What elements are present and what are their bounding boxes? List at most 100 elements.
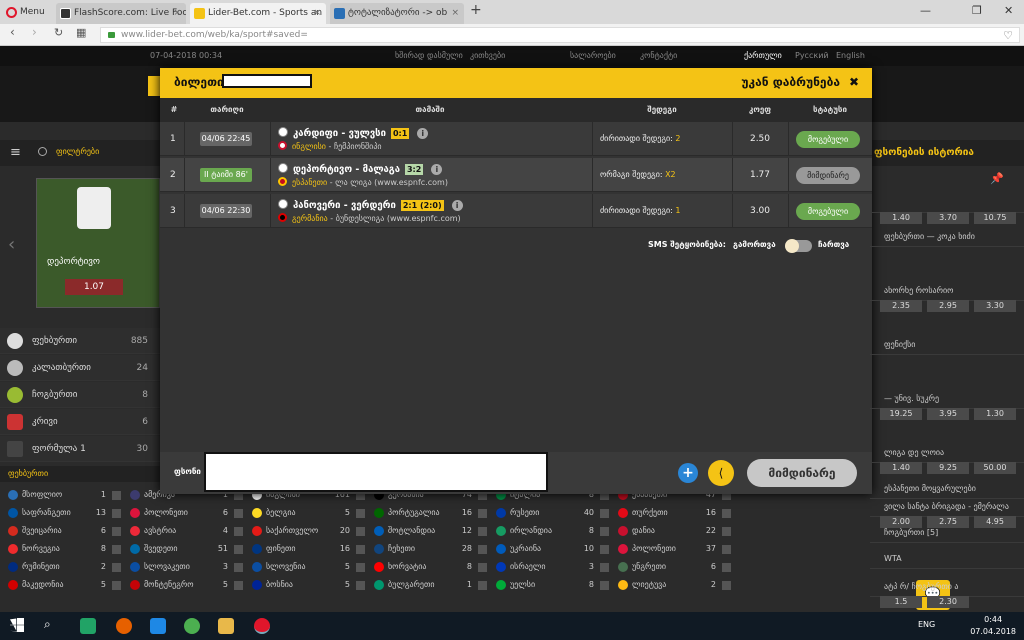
info-icon[interactable]: i	[451, 200, 463, 211]
country-item[interactable]: ავსტრია 4	[130, 522, 243, 540]
sms-toggle[interactable]	[785, 239, 812, 253]
minimize-icon[interactable]: —	[920, 4, 931, 17]
current-bets-button[interactable]: მიმდინარე	[747, 459, 857, 487]
match-line[interactable]: დეპორტივო - მალაგა 3:2 i	[278, 163, 443, 176]
search-icon[interactable]: ⌕	[44, 617, 51, 632]
top-link-faq[interactable]: ხშირად დასმული	[395, 46, 463, 66]
country-item[interactable]: ბოსნია 5	[252, 576, 365, 594]
country-checkbox[interactable]	[356, 580, 365, 590]
odds-button[interactable]: 1.40	[880, 462, 922, 474]
filter-label[interactable]: ფილტრები	[56, 147, 99, 156]
odds-button[interactable]: 3.95	[927, 408, 969, 420]
restore-icon[interactable]: ❐	[972, 4, 982, 17]
match-line[interactable]: ჰანოვერი - ვერდერი 2:1 (2:0) i	[278, 199, 463, 212]
country-item[interactable]: რუმინეთი 2	[8, 558, 121, 576]
url-input[interactable]: www.lider-bet.com/web/ka/sport#saved= ♡	[100, 27, 1020, 43]
country-checkbox[interactable]	[234, 544, 243, 554]
country-checkbox[interactable]	[722, 544, 731, 554]
country-checkbox[interactable]	[478, 508, 487, 518]
featured-match-card[interactable]: დეპორტივო 1.07	[36, 178, 160, 308]
country-item[interactable]: მაკედონია 5	[8, 576, 121, 594]
country-checkbox[interactable]	[356, 526, 365, 536]
country-checkbox[interactable]	[722, 508, 731, 518]
odds-button[interactable]: 2.30	[927, 596, 969, 608]
back-icon[interactable]: ‹	[10, 25, 15, 39]
opera-taskbar-icon[interactable]	[254, 618, 270, 634]
match-line[interactable]: კარდიფი - ვულვსი 0:1 i	[278, 127, 429, 140]
country-checkbox[interactable]	[478, 562, 487, 572]
firefox-icon[interactable]	[116, 618, 132, 634]
country-item[interactable]: რუსეთი 40	[496, 504, 609, 522]
country-checkbox[interactable]	[234, 508, 243, 518]
bet-history-title[interactable]: ფსონების ისტორია	[870, 140, 1024, 166]
info-icon[interactable]: i	[417, 128, 429, 139]
odds-button[interactable]: 10.75	[974, 212, 1016, 224]
hamburger-menu-icon[interactable]: ≡	[10, 145, 21, 160]
country-checkbox[interactable]	[234, 580, 243, 590]
pin-icon[interactable]: 📌	[990, 172, 1004, 185]
country-item[interactable]: შვედეთი 51	[130, 540, 243, 558]
sport-item-tennis[interactable]: ჩოგბურთი 8	[0, 382, 160, 408]
country-item[interactable]: ხორვატია 8	[374, 558, 487, 576]
country-item[interactable]: შვეიცარია 6	[8, 522, 121, 540]
country-checkbox[interactable]	[234, 562, 243, 572]
odds-button[interactable]: 19.25	[880, 408, 922, 420]
edge-icon[interactable]	[150, 618, 166, 634]
tab-flashscore[interactable]: FlashScore.com: Live Footb ×	[56, 3, 186, 24]
odds-button[interactable]: 2.35	[880, 300, 922, 312]
country-item[interactable]: ბელგია 5	[252, 504, 365, 522]
sport-item-basketball[interactable]: კალათბურთი 24	[0, 355, 160, 381]
opera-menu-button[interactable]: Menu	[4, 3, 45, 22]
tab-liderbet[interactable]: Lider-Bet.com - Sports an ×	[190, 3, 326, 24]
sport-item-football[interactable]: ფეხბურთი 885	[0, 328, 160, 354]
right-panel-row[interactable]: ფენიქსი	[870, 334, 1024, 355]
country-item[interactable]: პორტუგალია 16	[374, 504, 487, 522]
featured-odds-button[interactable]: 1.07	[65, 279, 123, 295]
close-tab-icon[interactable]: ×	[173, 3, 181, 24]
reload-icon[interactable]: ↻	[54, 26, 63, 39]
back-link[interactable]: უკან დაბრუნება	[741, 75, 840, 89]
lang-russian[interactable]: Русский	[795, 46, 829, 66]
country-checkbox[interactable]	[600, 508, 609, 518]
country-item[interactable]: სლოვაკეთი 3	[130, 558, 243, 576]
new-tab-button[interactable]: +	[470, 2, 482, 18]
add-icon[interactable]: +	[678, 463, 698, 483]
share-icon[interactable]: ⟨	[708, 460, 734, 486]
tab-totalizator[interactable]: ტოტალიზატორი -> ob ×	[330, 3, 464, 24]
country-checkbox[interactable]	[722, 580, 731, 590]
lang-english[interactable]: English	[836, 46, 865, 66]
windows-start-icon[interactable]	[10, 618, 24, 632]
status-badge[interactable]: მიმდინარე	[796, 167, 860, 184]
status-badge[interactable]: მოგებული	[796, 203, 860, 220]
odds-button[interactable]: 9.25	[927, 462, 969, 474]
status-badge[interactable]: მოგებული	[796, 131, 860, 148]
right-panel-row[interactable]: ფეხბურთი — კოკა ხიძი	[870, 226, 1024, 247]
odds-button[interactable]: 50.00	[974, 462, 1016, 474]
country-checkbox[interactable]	[600, 562, 609, 572]
country-item[interactable]: უელსი 8	[496, 576, 609, 594]
close-tab-icon[interactable]: ×	[451, 3, 459, 24]
right-panel-row[interactable]: ატპ რ/ ჩოგბურთი ა	[870, 576, 1024, 597]
country-item[interactable]: უკრაინა 10	[496, 540, 609, 558]
country-item[interactable]: შოტლანდია 12	[374, 522, 487, 540]
right-panel-row[interactable]: ჩოგბურთი [5]	[870, 522, 1024, 543]
right-panel-row[interactable]: ლიგა დე ლოია	[870, 442, 1024, 463]
country-checkbox[interactable]	[112, 508, 121, 518]
forward-icon[interactable]: ›	[32, 25, 37, 39]
close-modal-icon[interactable]: ✖	[844, 74, 864, 90]
country-checkbox[interactable]	[112, 490, 121, 500]
country-checkbox[interactable]	[478, 526, 487, 536]
odds-button[interactable]: 2.95	[927, 300, 969, 312]
close-window-icon[interactable]: ✕	[1004, 4, 1013, 17]
country-item[interactable]: პოლონეთი 6	[130, 504, 243, 522]
system-clock[interactable]: 0:44 07.04.2018	[970, 614, 1016, 638]
country-checkbox[interactable]	[478, 544, 487, 554]
file-explorer-icon[interactable]	[218, 618, 234, 634]
country-item[interactable]: დანია 22	[618, 522, 731, 540]
country-item[interactable]: ისრაელი 3	[496, 558, 609, 576]
country-item[interactable]: ნორვეგია 8	[8, 540, 121, 558]
top-link-contact[interactable]: კონტაქტი	[640, 46, 677, 66]
close-tab-icon[interactable]: ×	[313, 3, 321, 24]
country-checkbox[interactable]	[600, 580, 609, 590]
input-language[interactable]: ENG	[918, 620, 935, 629]
